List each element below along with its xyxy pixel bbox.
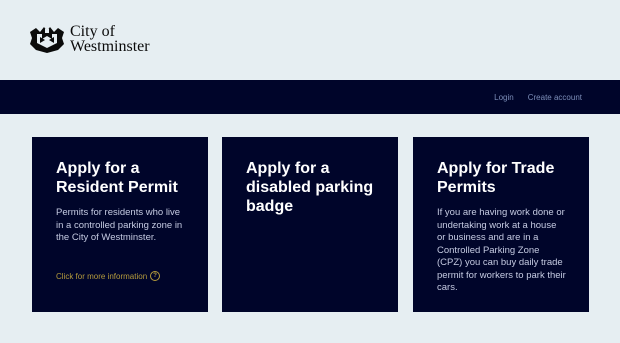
card-description: If you are having work done or undertaki… <box>437 207 566 293</box>
card-title: Apply for Trade Permits <box>437 160 555 196</box>
trade-permits-card[interactable]: Apply for Trade Permits If you are havin… <box>413 137 589 312</box>
site-header: City of Westminster <box>0 0 620 80</box>
logo-text-line1: City of <box>70 23 115 40</box>
more-information-link[interactable]: Click for more information ? <box>56 271 161 281</box>
card-description: Permits for residents who live in a cont… <box>56 207 183 243</box>
more-information-label: Click for more information <box>56 271 148 281</box>
card-title: Apply for a disabled parking badge <box>246 160 374 215</box>
logo-text-line2: Westminster <box>70 38 150 55</box>
city-of-westminster-logo[interactable]: City of Westminster <box>28 23 150 55</box>
login-link[interactable]: Login <box>494 93 514 102</box>
disabled-parking-badge-card[interactable]: Apply for a disabled parking badge <box>222 137 398 312</box>
top-navbar: Login Create account <box>0 80 620 114</box>
westminster-crest-icon <box>30 27 64 53</box>
resident-permit-card[interactable]: Apply for a Resident Permit Permits for … <box>32 137 208 312</box>
create-account-link[interactable]: Create account <box>528 93 582 102</box>
card-title: Apply for a Resident Permit <box>56 160 178 196</box>
question-icon: ? <box>150 271 161 281</box>
